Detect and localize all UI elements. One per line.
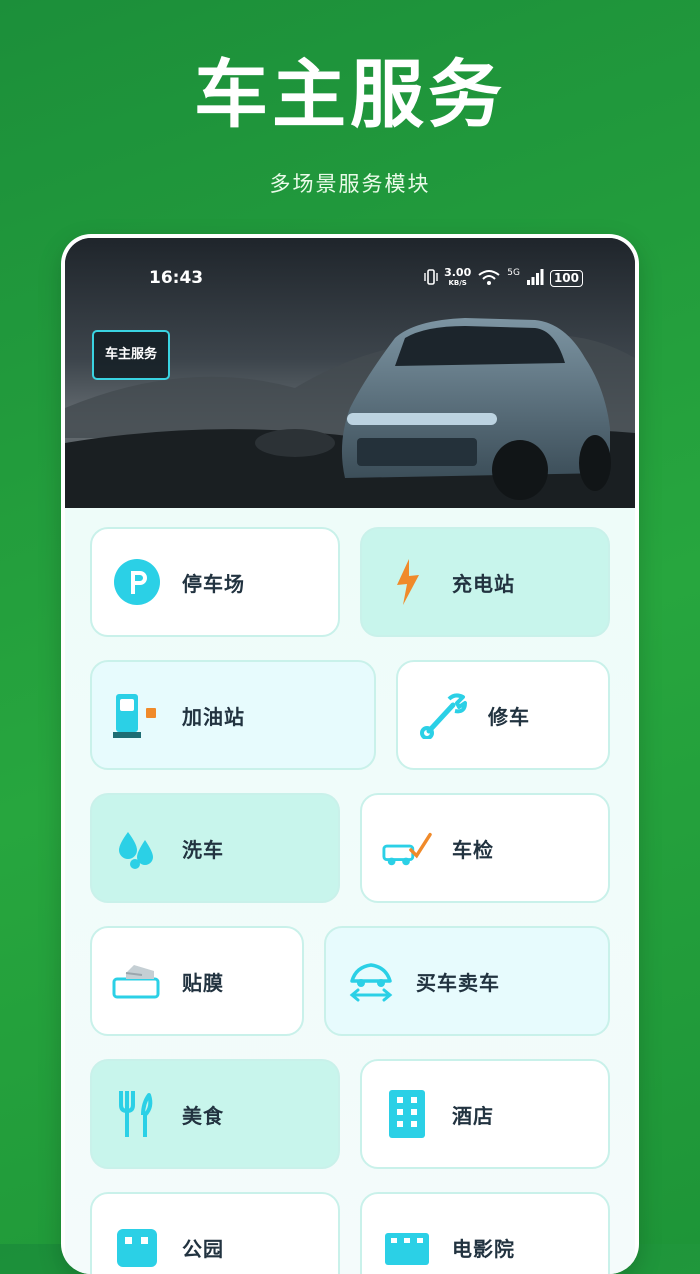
- tile-inspection[interactable]: 车检: [360, 793, 610, 903]
- status-time: 16:43: [149, 268, 204, 288]
- wrench-icon: [418, 690, 468, 740]
- tile-park[interactable]: 公园: [90, 1192, 340, 1274]
- car-check-icon: [382, 823, 432, 873]
- tile-label: 买车卖车: [416, 970, 500, 995]
- wifi-icon: [477, 269, 501, 288]
- service-grid: 停车场 充电站 加油站 修车 洗车 车检 贴膜 买车卖车 美食 酒店 公园 电影…: [65, 508, 635, 1274]
- net-speed: 3.00 KB/S: [444, 266, 472, 288]
- banner-tag: 车主服务: [92, 330, 170, 380]
- tile-gas-station[interactable]: 加油站: [90, 660, 376, 770]
- tile-cinema[interactable]: 电影院: [360, 1192, 610, 1274]
- tile-label: 充电站: [452, 571, 515, 596]
- water-drops-icon: [112, 823, 162, 873]
- tile-window-film[interactable]: 贴膜: [90, 926, 304, 1036]
- tile-label: 电影院: [452, 1236, 515, 1261]
- tile-label: 停车场: [182, 571, 245, 596]
- tile-label: 酒店: [452, 1103, 494, 1128]
- car-trade-icon: [346, 956, 396, 1006]
- page-headline: 车主服务: [194, 52, 506, 138]
- page-subheadline: 多场景服务模块: [269, 172, 431, 196]
- tile-label: 车检: [452, 837, 494, 862]
- cutlery-icon: [112, 1089, 162, 1139]
- film-icon: [112, 956, 162, 1006]
- hotel-icon: [382, 1089, 432, 1139]
- tile-charging[interactable]: 充电站: [360, 527, 610, 637]
- signal-label: 5G: [507, 268, 520, 278]
- tile-hotel[interactable]: 酒店: [360, 1059, 610, 1169]
- tile-food[interactable]: 美食: [90, 1059, 340, 1169]
- net-speed-unit: KB/S: [448, 279, 467, 287]
- lightning-icon: [382, 557, 432, 607]
- battery-indicator: 100: [549, 269, 583, 287]
- signal-icon: [526, 268, 544, 288]
- gas-pump-icon: [112, 690, 162, 740]
- tile-label: 加油站: [182, 704, 245, 729]
- phone-frame: 16:43 3.00 KB/S 5G 100 车主服务 停车场 充电站 加油站 …: [61, 234, 639, 1274]
- tile-label: 洗车: [182, 837, 224, 862]
- tile-car-wash[interactable]: 洗车: [90, 793, 340, 903]
- tile-repair[interactable]: 修车: [396, 660, 610, 770]
- net-speed-value: 3.00: [444, 266, 472, 279]
- cinema-icon: [382, 1222, 432, 1272]
- car-banner: 16:43 3.00 KB/S 5G 100 车主服务: [65, 238, 635, 508]
- status-bar: 16:43 3.00 KB/S 5G 100: [65, 266, 635, 292]
- tile-label: 美食: [182, 1103, 224, 1128]
- tile-label: 修车: [488, 704, 530, 729]
- vibrate-icon: [424, 268, 438, 288]
- park-icon: [112, 1222, 162, 1272]
- tile-label: 贴膜: [182, 970, 224, 995]
- tile-car-trade[interactable]: 买车卖车: [324, 926, 610, 1036]
- tile-parking[interactable]: 停车场: [90, 527, 340, 637]
- tile-label: 公园: [182, 1236, 224, 1261]
- parking-icon: [112, 557, 162, 607]
